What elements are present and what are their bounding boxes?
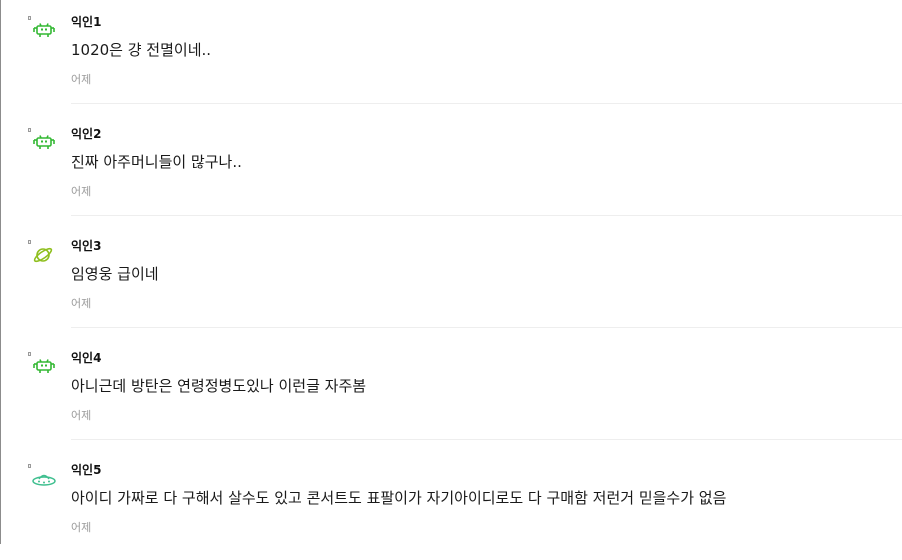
comment-timestamp: 어제: [71, 409, 92, 422]
avatar-badge: [28, 464, 31, 468]
comment-text: 아이디 가짜로 다 구해서 살수도 있고 콘서트도 표팔이가 자기아이디로도 다…: [71, 489, 727, 507]
avatar[interactable]: [28, 352, 58, 382]
space-invader-icon: [33, 135, 55, 149]
comment-item: 익인4 아니근데 방탄은 연령정병도있나 이런글 자주봄 어제: [0, 336, 902, 448]
planet-icon: [33, 247, 53, 263]
comment-timestamp: 어제: [71, 297, 92, 310]
avatar-badge: [28, 352, 31, 356]
divider: [71, 327, 902, 328]
divider: [71, 215, 902, 216]
avatar[interactable]: [28, 240, 58, 270]
comment-item: 익인5 아이디 가짜로 다 구해서 살수도 있고 콘서트도 표팔이가 자기아이디…: [0, 448, 902, 560]
comment-item: 익인3 임영웅 급이네 어제: [0, 224, 902, 336]
comment-text: 아니근데 방탄은 연령정병도있나 이런글 자주봄: [71, 377, 367, 395]
avatar[interactable]: [28, 16, 58, 46]
avatar[interactable]: [28, 128, 58, 158]
comment-timestamp: 어제: [71, 185, 92, 198]
comment-author: 익인2: [71, 127, 102, 141]
ufo-icon: [32, 474, 56, 486]
avatar-badge: [28, 128, 31, 132]
avatar[interactable]: [28, 464, 58, 494]
comment-text: 진짜 아주머니들이 많구나..: [71, 153, 242, 171]
comment-timestamp: 어제: [71, 521, 92, 534]
comment-item: 익인2 진짜 아주머니들이 많구나.. 어제: [0, 112, 902, 224]
comment-author: 익인5: [71, 463, 102, 477]
comment-text: 1020은 걍 전멸이네..: [71, 41, 212, 59]
divider: [71, 439, 902, 440]
comment-text: 임영웅 급이네: [71, 265, 159, 283]
comment-author: 익인4: [71, 351, 102, 365]
space-invader-icon: [33, 23, 55, 37]
space-invader-icon: [33, 359, 55, 373]
avatar-badge: [28, 240, 31, 244]
avatar-badge: [28, 16, 31, 20]
comment-timestamp: 어제: [71, 73, 92, 86]
comment-list: 익인1 1020은 걍 전멸이네.. 어제 익인2 진짜 아주머니들이 많구나.…: [0, 0, 902, 560]
comment-item: 익인1 1020은 걍 전멸이네.. 어제: [0, 0, 902, 112]
comment-author: 익인3: [71, 239, 102, 253]
divider: [71, 103, 902, 104]
comment-author: 익인1: [71, 15, 102, 29]
